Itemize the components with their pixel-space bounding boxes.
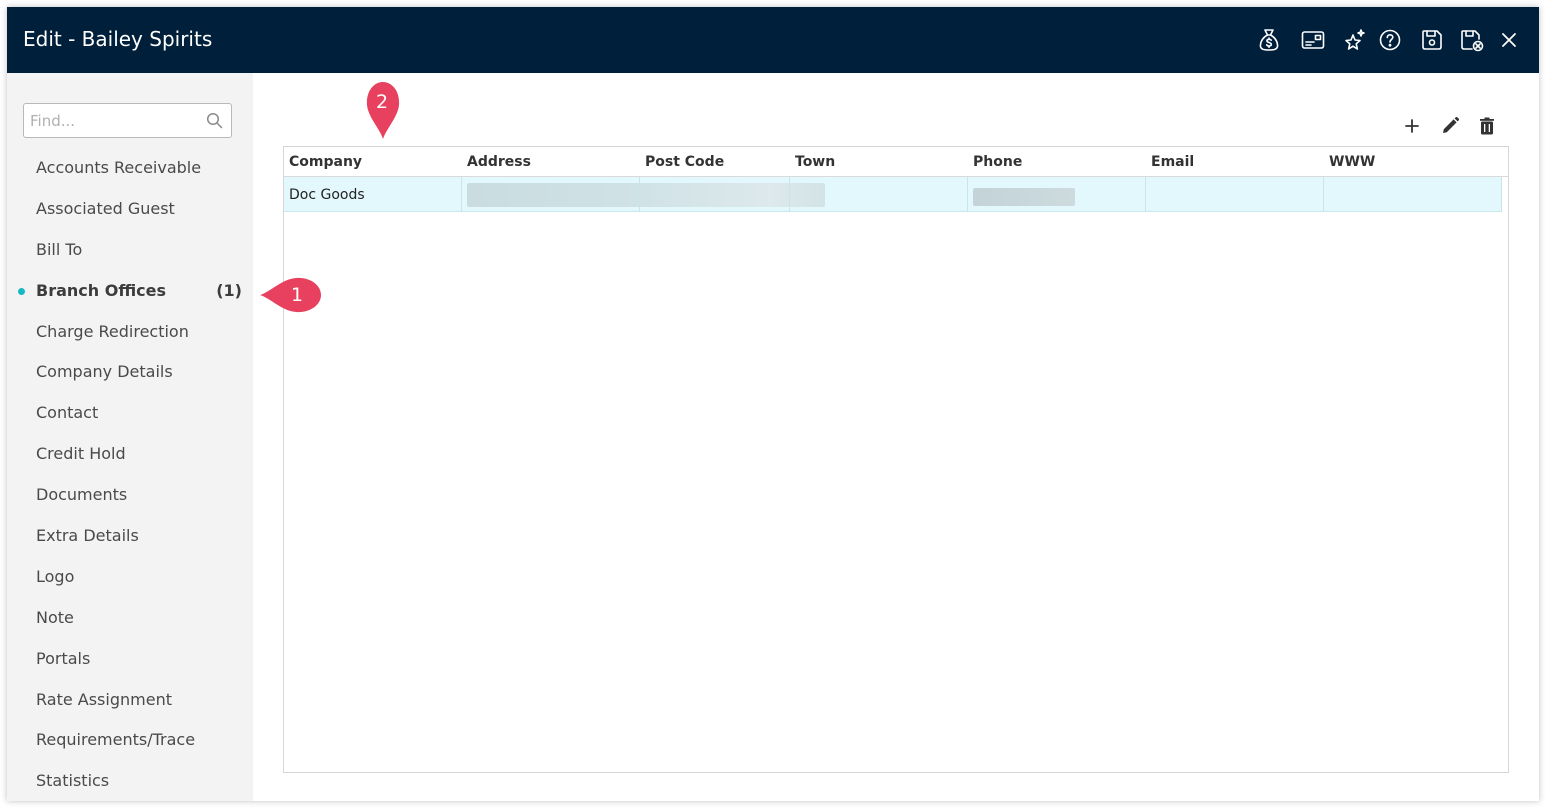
sidebar-item-credit-hold[interactable]: Credit Hold bbox=[7, 433, 253, 474]
sidebar-item-associated-guest[interactable]: Associated Guest bbox=[7, 188, 253, 229]
cell-divider bbox=[789, 177, 790, 212]
sidebar-item-statistics[interactable]: Statistics bbox=[7, 760, 253, 801]
sidebar-item-logo[interactable]: Logo bbox=[7, 556, 253, 597]
sidebar-nav: Accounts Receivable Associated Guest Bil… bbox=[7, 147, 253, 801]
sidebar-item-label: Portals bbox=[36, 648, 91, 668]
sidebar-item-label: Company Details bbox=[36, 362, 173, 382]
save-close-icon[interactable] bbox=[1459, 27, 1485, 53]
delete-icon[interactable] bbox=[1476, 115, 1498, 137]
cell-divider bbox=[1501, 177, 1502, 212]
column-header-phone[interactable]: Phone bbox=[973, 154, 1022, 170]
sidebar-item-company-details[interactable]: Company Details bbox=[7, 351, 253, 392]
edit-icon[interactable] bbox=[1439, 115, 1461, 137]
table-row[interactable]: Doc Goods bbox=[284, 177, 1502, 212]
sidebar-item-label: Logo bbox=[36, 566, 75, 586]
sidebar-item-label: Rate Assignment bbox=[36, 689, 172, 709]
title-bar: Edit - Bailey Spirits bbox=[7, 7, 1539, 73]
cell-company: Doc Goods bbox=[289, 187, 365, 203]
cell-divider bbox=[1145, 177, 1146, 212]
sidebar-item-label: Statistics bbox=[36, 771, 110, 791]
column-header-post-code[interactable]: Post Code bbox=[645, 154, 724, 170]
sidebar-item-label: Branch Offices bbox=[36, 280, 167, 300]
sidebar-item-charge-redirection[interactable]: Charge Redirection bbox=[7, 311, 253, 352]
sidebar-item-label: Accounts Receivable bbox=[36, 158, 202, 177]
annotation-number: 2 bbox=[376, 91, 389, 113]
close-icon[interactable] bbox=[1496, 27, 1522, 53]
sidebar-item-branch-offices[interactable]: Branch Offices (1) bbox=[7, 270, 253, 311]
sidebar-item-requirements-trace[interactable]: Requirements/Trace bbox=[7, 719, 253, 760]
card-icon[interactable] bbox=[1300, 27, 1326, 53]
annotation-number: 1 bbox=[291, 284, 304, 306]
save-icon[interactable] bbox=[1419, 27, 1445, 53]
sidebar-item-label: Extra Details bbox=[36, 526, 139, 546]
grid-header: Company Address Post Code Town Phone Ema… bbox=[284, 147, 1508, 177]
cell-divider bbox=[639, 177, 640, 212]
sidebar-item-label: Documents bbox=[36, 485, 128, 505]
column-header-company[interactable]: Company bbox=[289, 154, 362, 170]
column-header-www[interactable]: WWW bbox=[1329, 154, 1375, 170]
sidebar: Accounts Receivable Associated Guest Bil… bbox=[7, 73, 253, 801]
main-panel: Company Address Post Code Town Phone Ema… bbox=[253, 73, 1539, 801]
cell-address-redacted bbox=[467, 183, 825, 207]
money-bag-icon[interactable] bbox=[1256, 27, 1282, 53]
annotation-marker-1: 1 bbox=[258, 275, 324, 315]
sidebar-item-label: Requirements/Trace bbox=[36, 730, 196, 750]
cell-divider bbox=[461, 177, 462, 212]
edit-window: Edit - Bailey Spirits Find... Accounts R… bbox=[7, 7, 1539, 801]
search-icon[interactable] bbox=[206, 112, 223, 129]
window-title: Edit - Bailey Spirits bbox=[23, 27, 213, 51]
add-icon[interactable] bbox=[1401, 115, 1423, 137]
cell-phone-redacted bbox=[973, 188, 1075, 206]
column-header-town[interactable]: Town bbox=[795, 154, 835, 170]
sidebar-item-label: Charge Redirection bbox=[36, 321, 189, 341]
sidebar-item-contact[interactable]: Contact bbox=[7, 392, 253, 433]
search-box[interactable] bbox=[23, 103, 232, 138]
sidebar-item-documents[interactable]: Documents bbox=[7, 474, 253, 515]
branch-offices-grid: Company Address Post Code Town Phone Ema… bbox=[283, 146, 1509, 773]
sidebar-item-label: Associated Guest bbox=[36, 198, 175, 218]
sidebar-item-rate-assignment[interactable]: Rate Assignment bbox=[7, 679, 253, 720]
sidebar-item-bill-to[interactable]: Bill To bbox=[7, 229, 253, 270]
column-header-address[interactable]: Address bbox=[467, 154, 531, 170]
item-count-badge: (1) bbox=[216, 280, 242, 300]
sidebar-item-label: Bill To bbox=[36, 239, 83, 259]
sidebar-item-label: Credit Hold bbox=[36, 444, 126, 464]
cell-divider bbox=[1323, 177, 1324, 212]
active-indicator-dot bbox=[18, 287, 25, 295]
sidebar-item-extra-details[interactable]: Extra Details bbox=[7, 515, 253, 556]
search-input[interactable] bbox=[24, 104, 204, 137]
sidebar-item-note[interactable]: Note bbox=[7, 597, 253, 638]
sidebar-item-accounts-receivable[interactable]: Accounts Receivable bbox=[7, 147, 253, 188]
sidebar-item-label: Contact bbox=[36, 403, 99, 423]
column-header-email[interactable]: Email bbox=[1151, 154, 1194, 170]
help-icon[interactable] bbox=[1377, 27, 1403, 53]
annotation-marker-2: 2 bbox=[364, 79, 402, 141]
sidebar-item-label: Note bbox=[36, 607, 74, 627]
sparkle-star-icon[interactable] bbox=[1342, 27, 1368, 53]
cell-divider bbox=[967, 177, 968, 212]
sidebar-item-portals[interactable]: Portals bbox=[7, 638, 253, 679]
